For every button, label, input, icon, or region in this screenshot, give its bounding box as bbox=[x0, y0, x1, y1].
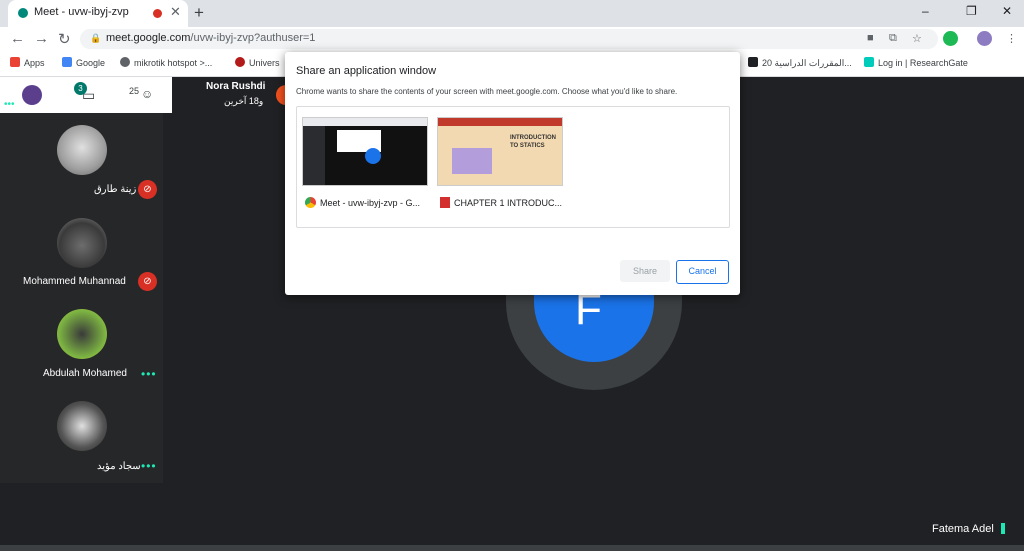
google-icon bbox=[62, 57, 72, 67]
thumb-pdf-figure bbox=[452, 148, 492, 174]
bookmark-apps[interactable]: Apps bbox=[10, 57, 45, 68]
university-icon bbox=[235, 57, 245, 67]
avatar bbox=[57, 401, 107, 451]
forward-arrow-icon[interactable]: → bbox=[34, 30, 49, 47]
window-thumbnail bbox=[302, 117, 428, 186]
window-thumbnail: Introduction to Statics bbox=[437, 117, 563, 186]
participant-tile[interactable] bbox=[57, 401, 107, 451]
globe-icon bbox=[120, 57, 130, 67]
tab-close-icon[interactable]: ✕ bbox=[170, 4, 181, 20]
window-option-pdf[interactable]: Introduction to Statics bbox=[437, 117, 563, 186]
mic-off-icon: ⊘ bbox=[138, 180, 157, 199]
people-count: 25 bbox=[129, 86, 140, 96]
meet-top-bar: ••• ▭ 3 25 ☺ Nora Rushdi و18 آخرين bbox=[0, 77, 290, 113]
extension-icon[interactable] bbox=[943, 31, 958, 46]
lock-icon[interactable]: 🔒 bbox=[90, 33, 101, 44]
apps-grid-icon bbox=[10, 57, 20, 67]
tab-title: Meet - uvw-ibyj-zvp bbox=[34, 6, 129, 18]
menu-kebab-icon[interactable]: ⋮ bbox=[1006, 32, 1017, 45]
minimize-button[interactable]: – bbox=[922, 4, 929, 18]
participant-name: Abdulah Mohamed bbox=[43, 368, 127, 379]
thumb-pdf-title: Introduction to Statics bbox=[510, 135, 556, 149]
participant-tile[interactable] bbox=[57, 309, 107, 359]
avatar bbox=[57, 125, 107, 175]
url-host: meet.google.com bbox=[106, 32, 191, 44]
participant-name: زينة طارق bbox=[94, 184, 137, 195]
browser-tab[interactable]: Meet - uvw-ibyj-zvp ✕ bbox=[8, 0, 188, 27]
thumb-browser-bar bbox=[303, 118, 427, 126]
participant-name: Mohammed Muhannad bbox=[23, 276, 126, 287]
dialog-subtitle: Chrome wants to share the contents of yo… bbox=[296, 87, 678, 96]
people-icon[interactable]: ☺ bbox=[141, 87, 153, 101]
recording-dot-icon bbox=[153, 9, 162, 18]
presenter-subtitle: و18 آخرين bbox=[224, 96, 264, 106]
speaking-dots-icon: ••• bbox=[141, 367, 157, 381]
researchgate-icon bbox=[864, 57, 874, 67]
reload-icon[interactable]: ↻ bbox=[58, 30, 71, 48]
presenter-name: Nora Rushdi bbox=[206, 81, 266, 92]
avatar bbox=[57, 218, 107, 268]
bottom-bar bbox=[0, 545, 1024, 551]
profile-avatar[interactable] bbox=[977, 31, 992, 46]
thumb-pdf-toolbar bbox=[438, 118, 562, 126]
url-text[interactable]: meet.google.com/uvw-ibyj-zvp?authuser=1 bbox=[106, 32, 315, 44]
chrome-icon bbox=[305, 197, 316, 208]
self-audio-indicator-icon bbox=[1001, 523, 1005, 534]
bookmark-university[interactable]: Univers bbox=[235, 57, 280, 68]
participant-tile[interactable] bbox=[57, 218, 107, 268]
more-dots-icon[interactable]: ••• bbox=[4, 99, 15, 110]
window-option-pdf-label[interactable]: CHAPTER 1 INTRODUC... bbox=[440, 197, 562, 208]
url-path: /uvw-ibyj-zvp?authuser=1 bbox=[190, 32, 316, 44]
close-window-button[interactable]: ✕ bbox=[1002, 4, 1012, 18]
thumb-sidebar bbox=[303, 126, 325, 185]
cancel-button[interactable]: Cancel bbox=[676, 260, 729, 284]
mic-off-icon: ⊘ bbox=[138, 272, 157, 291]
camera-indicator-icon[interactable]: ■ bbox=[867, 32, 874, 44]
chat-badge: 3 bbox=[74, 82, 87, 95]
translate-icon[interactable]: ⧉ bbox=[889, 32, 897, 45]
participant-tile[interactable] bbox=[57, 125, 107, 175]
thumb-avatar bbox=[365, 148, 381, 164]
pdf-icon bbox=[440, 197, 450, 208]
avatar bbox=[57, 309, 107, 359]
bookmark-google[interactable]: Google bbox=[62, 57, 105, 68]
self-name-label: Fatema Adel bbox=[932, 523, 994, 535]
maximize-button[interactable]: ❐ bbox=[966, 4, 977, 18]
bookmark-researchgate[interactable]: Log in | ResearchGate bbox=[864, 57, 968, 68]
book-icon bbox=[748, 57, 758, 67]
back-arrow-icon[interactable]: ← bbox=[10, 30, 25, 47]
participant-name: سجاد مؤيد bbox=[97, 461, 141, 472]
window-option-meet[interactable] bbox=[302, 117, 428, 186]
star-bookmark-icon[interactable]: ☆ bbox=[912, 32, 922, 45]
speaking-dots-icon: ••• bbox=[141, 459, 157, 473]
presenter-chip[interactable]: Nora Rushdi و18 آخرين bbox=[172, 77, 290, 113]
bookmark-mikrotik[interactable]: mikrotik hotspot >... bbox=[120, 57, 212, 68]
meet-favicon-icon bbox=[18, 8, 28, 18]
window-option-meet-label[interactable]: Meet - uvw-ibyj-zvp - G... bbox=[305, 197, 420, 208]
dialog-title: Share an application window bbox=[296, 65, 437, 77]
new-tab-button[interactable]: + bbox=[194, 3, 204, 23]
meeting-avatar bbox=[22, 85, 42, 105]
share-button[interactable]: Share bbox=[620, 260, 670, 282]
bookmark-courses[interactable]: المقررات الدراسية 20... bbox=[748, 57, 852, 69]
